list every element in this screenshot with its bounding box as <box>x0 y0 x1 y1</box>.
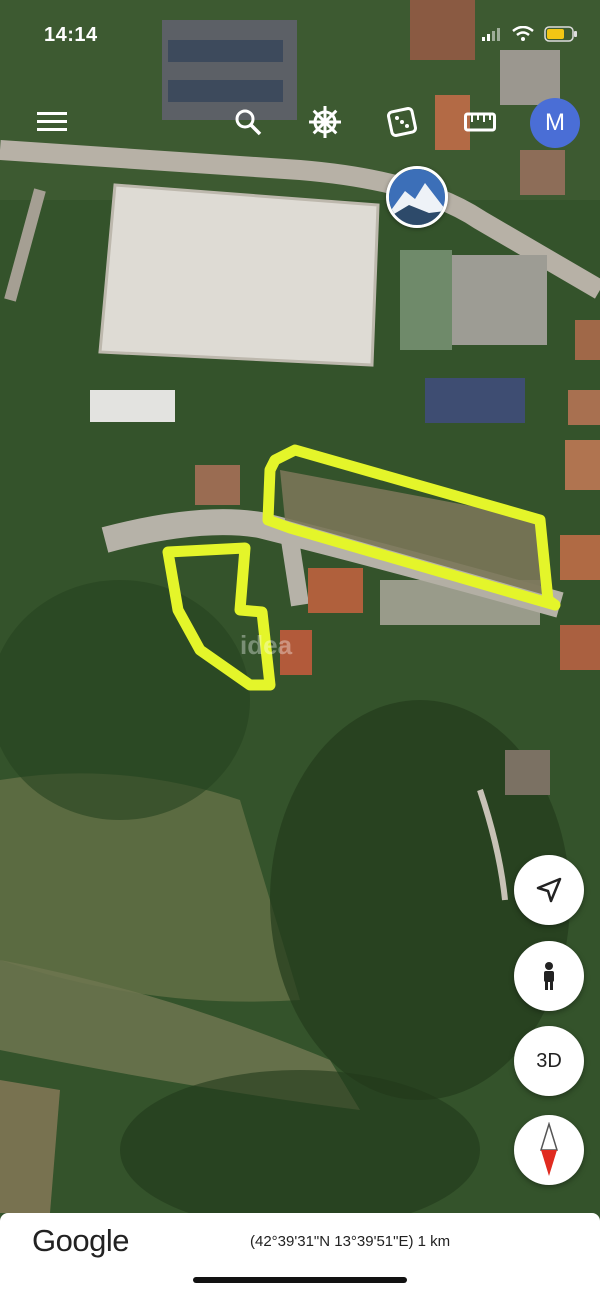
dice-icon <box>387 107 417 137</box>
ship-wheel-icon <box>309 106 341 138</box>
search-button[interactable] <box>228 102 268 142</box>
status-time: 14:14 <box>44 24 98 46</box>
ruler-icon <box>464 112 496 132</box>
wifi-icon <box>512 26 534 41</box>
bottom-bar: Google (42°39'31"N 13°39'51"E) 1 km <box>0 1213 600 1298</box>
battery-icon <box>544 26 577 42</box>
status-icons <box>482 26 578 42</box>
3d-toggle-button[interactable]: 3D <box>514 1026 584 1096</box>
measure-button[interactable] <box>460 102 500 142</box>
mountain-image <box>389 169 445 225</box>
feeling-lucky-button[interactable] <box>382 102 422 142</box>
watermark-text: idea <box>240 630 293 660</box>
account-avatar[interactable]: M <box>530 98 580 148</box>
satellite-map[interactable] <box>0 0 600 1298</box>
menu-icon <box>37 112 67 131</box>
home-indicator[interactable] <box>193 1277 407 1283</box>
signal-icon <box>482 28 500 41</box>
menu-button[interactable] <box>32 102 72 142</box>
compass-button[interactable] <box>514 1115 584 1185</box>
coordinates-scale: (42°39'31"N 13°39'51"E) 1 km <box>250 1233 451 1250</box>
voyager-thumbnail[interactable] <box>386 166 448 228</box>
navigation-arrow-icon <box>536 877 562 903</box>
my-location-button[interactable] <box>514 855 584 925</box>
status-bar: 14:14 <box>0 0 600 70</box>
google-logo: Google <box>32 1223 129 1258</box>
voyager-button[interactable] <box>305 102 345 142</box>
search-icon <box>235 109 262 136</box>
compass-icon <box>539 1122 559 1176</box>
street-view-button[interactable] <box>514 941 584 1011</box>
pegman-icon <box>544 962 554 990</box>
